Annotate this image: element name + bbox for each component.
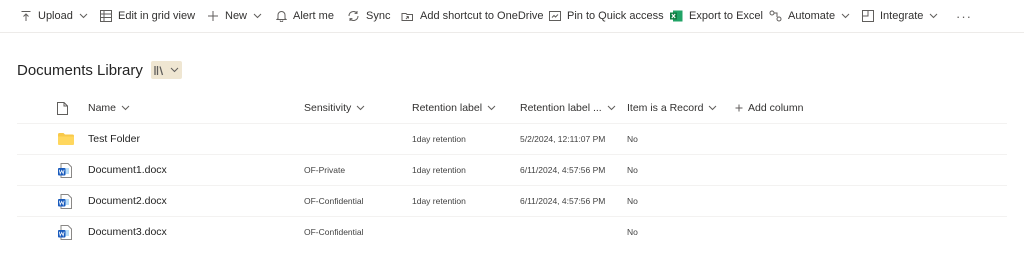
chevron-down-icon [929,13,938,19]
table-row[interactable]: Document3.docx OF-Confidential No [17,216,1007,247]
upload-icon [20,10,32,22]
add-column-label: Add column [748,102,804,114]
edit-grid-view-label: Edit in grid view [118,10,196,22]
sync-button[interactable]: Sync [341,0,396,33]
table-row[interactable]: Document1.docx OF-Private 1day retention… [17,154,1007,185]
is-record-cell: No [627,165,638,175]
chevron-down-icon [841,13,850,19]
is-record-cell: No [627,227,638,237]
table-header: Name Sensitivity Retention label Retenti… [0,93,1024,123]
sensitivity-cell: OF-Confidential [304,227,364,237]
table-row[interactable]: Document2.docx OF-Confidential 1day rete… [17,185,1007,216]
file-type-column-header[interactable] [57,93,68,123]
integrate-icon [862,10,874,22]
library-header: Documents Library [17,58,182,82]
table-row[interactable]: Test Folder 1day retention 5/2/2024, 12:… [17,123,1007,154]
automate-label: Automate [788,10,836,22]
pin-quick-access-button[interactable]: Pin to Quick access [543,0,670,33]
retention-label-cell: 1day retention [412,134,466,144]
new-button[interactable]: New [201,0,268,33]
pin-quick-access-label: Pin to Quick access [567,10,664,22]
name-column-header[interactable]: Name [88,93,130,123]
word-document-icon [58,186,72,216]
add-column-button[interactable]: Add column [735,93,803,123]
chevron-down-icon [708,105,717,111]
integrate-label: Integrate [880,10,924,22]
file-name-link[interactable]: Document3.docx [88,217,167,247]
retention-date-cell: 5/2/2024, 12:11:07 PM [520,134,606,144]
chevron-down-icon [121,105,130,111]
sensitivity-column-header[interactable]: Sensitivity [304,93,365,123]
library-view-icon [154,65,164,75]
sync-label: Sync [366,10,391,22]
export-excel-button[interactable]: Export to Excel [664,0,769,33]
item-is-record-column-header[interactable]: Item is a Record [627,93,717,123]
sensitivity-cell: OF-Private [304,165,346,175]
pin-icon [549,10,561,22]
sensitivity-column-label: Sensitivity [304,102,352,114]
word-document-icon [58,155,72,185]
chevron-down-icon [170,67,179,73]
file-name-link[interactable]: Document1.docx [88,155,167,185]
excel-icon [670,10,683,22]
sensitivity-cell: OF-Confidential [304,196,364,206]
chevron-down-icon [607,105,616,111]
is-record-cell: No [627,134,638,144]
chevron-down-icon [356,105,365,111]
folder-icon [58,124,74,154]
add-shortcut-onedrive-button[interactable]: Add shortcut to OneDrive [395,0,550,33]
automate-button[interactable]: Automate [763,0,856,33]
upload-label: Upload [38,10,73,22]
integrate-button[interactable]: Integrate [856,0,944,33]
plus-icon [735,104,743,112]
edit-grid-view-button[interactable]: Edit in grid view [94,0,201,33]
automate-icon [769,10,782,22]
chevron-down-icon [253,13,262,19]
retention-label-applied-column-header[interactable]: Retention label ... [520,93,616,123]
alert-me-button[interactable]: Alert me [270,0,340,33]
retention-label-cell: 1day retention [412,165,466,175]
retention-date-cell: 6/11/2024, 4:57:56 PM [520,196,606,206]
upload-button[interactable]: Upload [14,0,94,33]
new-label: New [225,10,248,22]
add-shortcut-label: Add shortcut to OneDrive [420,10,544,22]
command-bar: Upload Edit in grid view New Alert me Sy… [0,0,1024,33]
grid-view-icon [100,10,112,22]
chevron-down-icon [79,13,88,19]
alert-me-label: Alert me [293,10,334,22]
file-name-link[interactable]: Test Folder [88,124,140,154]
document-icon [57,101,68,115]
name-column-label: Name [88,102,117,114]
plus-icon [207,10,219,22]
export-excel-label: Export to Excel [689,10,763,22]
view-switcher-button[interactable] [150,61,182,79]
retention-label-applied-column-label: Retention label ... [520,102,602,114]
retention-date-cell: 6/11/2024, 4:57:56 PM [520,165,606,175]
item-is-record-column-label: Item is a Record [627,102,704,114]
retention-label-cell: 1day retention [412,196,466,206]
page-title: Documents Library [17,61,143,79]
word-document-icon [58,217,72,247]
is-record-cell: No [627,196,638,206]
retention-label-column-header[interactable]: Retention label [412,93,496,123]
shortcut-icon [401,10,414,22]
more-options-button[interactable]: ··· [950,0,978,33]
bell-icon [276,10,287,22]
file-name-link[interactable]: Document2.docx [88,186,167,216]
retention-label-column-label: Retention label [412,102,483,114]
chevron-down-icon [487,105,496,111]
more-options-label: ··· [956,8,972,24]
sync-icon [347,10,360,22]
